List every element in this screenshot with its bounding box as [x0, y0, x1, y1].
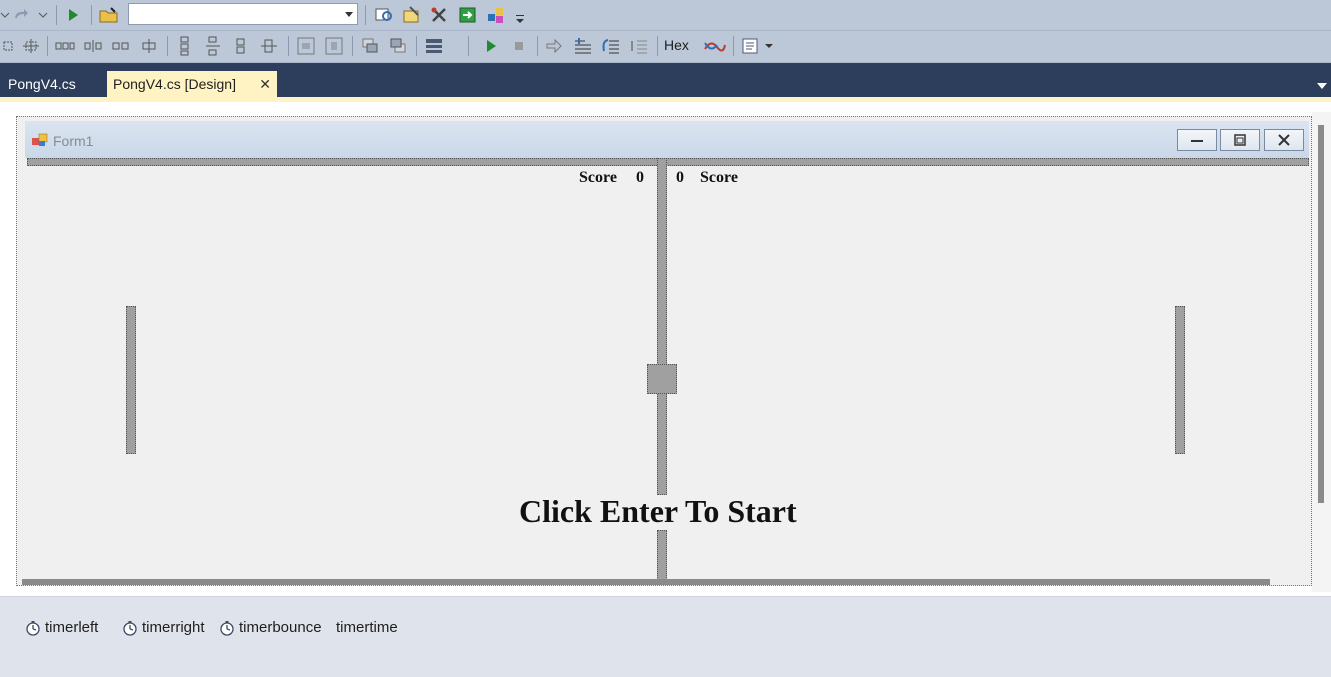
- center-line-top[interactable]: [657, 158, 667, 495]
- find-in-files-icon[interactable]: [372, 4, 396, 26]
- component-name: timerright: [142, 619, 205, 636]
- center-vertically-icon[interactable]: [323, 35, 345, 57]
- continue-icon[interactable]: [480, 35, 502, 57]
- toolbar-separator: [657, 36, 658, 56]
- component-tray: timerleft timerright timerbounce timerti…: [0, 596, 1331, 677]
- form-app-icon: [32, 133, 48, 146]
- output-dropdown-icon[interactable]: [762, 35, 776, 57]
- layout-toolbar: Hex: [0, 31, 1331, 86]
- left-paddle[interactable]: [126, 306, 136, 454]
- toolbar-separator: [352, 36, 353, 56]
- close-icon[interactable]: ✕: [259, 76, 271, 93]
- chevron-down-icon: [345, 12, 353, 17]
- component-name: timerbounce: [239, 619, 322, 636]
- component-timertime[interactable]: timertime: [336, 619, 398, 636]
- left-score-value[interactable]: 0: [636, 169, 644, 187]
- class-view-icon[interactable]: [484, 4, 510, 26]
- step-out-icon[interactable]: [627, 35, 651, 57]
- toolbox-icon[interactable]: [456, 4, 480, 26]
- tab-pongv4-code[interactable]: PongV4.cs: [0, 71, 84, 97]
- toolbar-separator: [91, 5, 92, 25]
- toolbar-separator: [733, 36, 734, 56]
- output-window-icon[interactable]: [739, 35, 761, 57]
- align-to-grid-icon[interactable]: [0, 35, 16, 57]
- right-paddle[interactable]: [1175, 306, 1185, 454]
- solution-config-combo[interactable]: [128, 3, 358, 25]
- tab-order-icon[interactable]: [422, 35, 446, 57]
- toolbar-separator: [365, 5, 366, 25]
- top-wall[interactable]: [27, 158, 1309, 166]
- close-button[interactable]: [1264, 129, 1304, 151]
- component-timerbounce[interactable]: timerbounce: [219, 619, 322, 636]
- standard-toolbar: [0, 0, 1331, 31]
- hex-display-toggle[interactable]: Hex: [664, 37, 689, 53]
- tab-label: PongV4.cs [Design]: [113, 76, 236, 92]
- open-folder-icon[interactable]: [97, 4, 121, 26]
- tab-pongv4-design[interactable]: PongV4.cs [Design] ✕: [107, 71, 277, 97]
- step-into-icon[interactable]: [571, 35, 595, 57]
- stopwatch-icon: [26, 620, 40, 636]
- stopwatch-icon: [123, 620, 137, 636]
- vertical-scrollbar[interactable]: [1318, 125, 1324, 503]
- game-panel: Score 0 0 Score Click Enter To Start: [25, 158, 1309, 585]
- maximize-button[interactable]: [1220, 129, 1260, 151]
- stop-debugging-icon[interactable]: [508, 35, 530, 57]
- remove-vertical-spacing-icon[interactable]: [258, 35, 280, 57]
- toolbar-separator: [288, 36, 289, 56]
- toolbar-overflow-icon[interactable]: [515, 13, 525, 25]
- component-name: timerleft: [45, 619, 99, 636]
- minimize-icon: [1191, 140, 1203, 142]
- toolbar-separator: [468, 36, 469, 56]
- component-timerleft[interactable]: timerleft: [25, 619, 98, 636]
- toolbar-separator: [537, 36, 538, 56]
- remove-horizontal-spacing-icon[interactable]: [138, 35, 160, 57]
- decrease-vertical-spacing-icon[interactable]: [230, 35, 252, 57]
- right-score-label[interactable]: Score: [700, 169, 738, 187]
- decrease-horizontal-spacing-icon[interactable]: [110, 35, 132, 57]
- send-to-back-icon[interactable]: [387, 35, 409, 57]
- ball[interactable]: [647, 364, 677, 394]
- make-vertical-spacing-equal-icon[interactable]: [174, 35, 196, 57]
- start-message-label[interactable]: Click Enter To Start: [519, 493, 797, 530]
- form-title: Form1: [53, 133, 94, 149]
- document-tab-strip: PongV4.cs PongV4.cs [Design] ✕: [0, 63, 1331, 97]
- form1-designer[interactable]: Form1 Score 0 0 Score Click Enter To Sta…: [16, 116, 1312, 586]
- close-icon: [1278, 134, 1290, 146]
- bring-to-front-icon[interactable]: [359, 35, 381, 57]
- size-to-grid-icon[interactable]: [20, 35, 42, 57]
- center-line-bottom[interactable]: [657, 530, 667, 585]
- redo-dropdown-icon[interactable]: [36, 4, 50, 26]
- show-threads-icon[interactable]: [702, 35, 728, 57]
- show-next-statement-icon[interactable]: [543, 35, 565, 57]
- toolbar-separator: [416, 36, 417, 56]
- right-score-value[interactable]: 0: [676, 169, 684, 187]
- step-over-icon[interactable]: [599, 35, 623, 57]
- component-timerright[interactable]: timerright: [122, 619, 205, 636]
- undo-dropdown-icon[interactable]: [0, 4, 10, 26]
- maximize-icon: [1234, 134, 1246, 146]
- tab-label: PongV4.cs: [8, 76, 76, 92]
- start-debugging-icon[interactable]: [62, 4, 84, 26]
- center-horizontally-icon[interactable]: [295, 35, 317, 57]
- toolbar-separator: [56, 5, 57, 25]
- redo-icon[interactable]: [10, 4, 32, 26]
- make-horizontal-spacing-equal-icon[interactable]: [54, 35, 76, 57]
- tab-list-dropdown-icon[interactable]: [1317, 83, 1327, 89]
- left-score-label[interactable]: Score: [579, 169, 617, 187]
- horizontal-scrollbar[interactable]: [22, 579, 1270, 585]
- toolbar-separator: [47, 36, 48, 56]
- toolbar-separator: [167, 36, 168, 56]
- stopwatch-icon: [220, 620, 234, 636]
- form-titlebar: Form1: [25, 121, 1309, 158]
- properties-window-icon[interactable]: [400, 4, 424, 26]
- tools-icon[interactable]: [428, 4, 452, 26]
- increase-horizontal-spacing-icon[interactable]: [82, 35, 104, 57]
- minimize-button[interactable]: [1177, 129, 1217, 151]
- component-name: timertime: [336, 619, 398, 636]
- increase-vertical-spacing-icon[interactable]: [202, 35, 224, 57]
